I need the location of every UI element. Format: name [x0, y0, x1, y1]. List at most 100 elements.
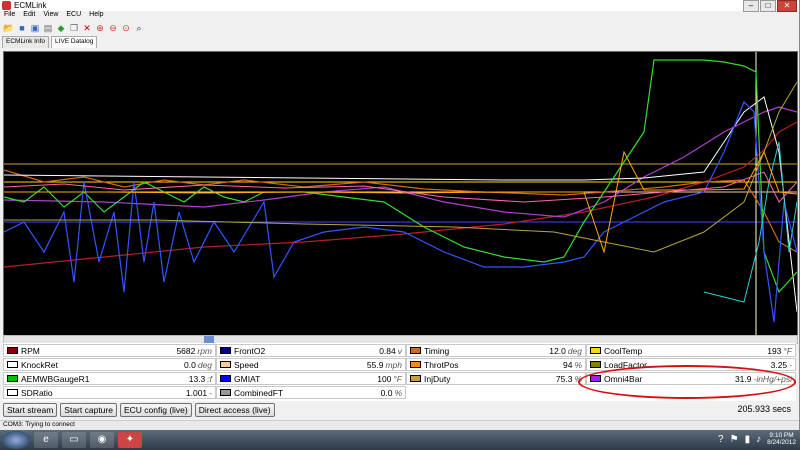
network-icon[interactable]: ▮: [745, 434, 751, 445]
gauge-value: 55.9 mph: [366, 359, 402, 370]
gauge-value: 13.3:f: [188, 373, 212, 384]
menu-edit[interactable]: Edit: [23, 11, 35, 21]
gauge-name: GMIAT: [234, 373, 261, 384]
gauge-name: KnockRet: [21, 359, 58, 370]
gauge-value: 12.0 deg: [549, 345, 582, 356]
maximize-button[interactable]: □: [760, 0, 776, 12]
gauge-value: 1.001-: [185, 387, 212, 398]
red-highlight-ellipse: [578, 365, 796, 399]
clock[interactable]: 9:10 PM 8/24/2012: [767, 432, 796, 446]
throtpos-color-swatch: [410, 361, 421, 368]
gauge-throtpos[interactable]: ThrotPos 94%: [406, 358, 586, 371]
menu-help[interactable]: Help: [89, 11, 103, 21]
combinedft-color-swatch: [220, 389, 231, 396]
timing-color-swatch: [410, 347, 421, 354]
taskbar: e ▭ ◉ ✦ ? ⚑ ▮ ♪ 9:10 PM 8/24/2012: [0, 430, 800, 450]
status-bar: COM3: Trying to connect: [0, 420, 799, 430]
gauge-rpm[interactable]: RPM 5682 rpm: [3, 344, 216, 357]
gauge-value: 0.0%: [380, 387, 402, 398]
close-button[interactable]: ✕: [777, 0, 797, 12]
search-icon[interactable]: ⌕: [134, 23, 144, 33]
speed-color-swatch: [220, 361, 231, 368]
gauge-name: FrontO2: [234, 345, 266, 356]
clock-date: 8/24/2012: [767, 439, 796, 446]
minimize-button[interactable]: –: [743, 0, 759, 12]
print-icon[interactable]: ▤: [43, 23, 53, 33]
title-bar[interactable]: ECMLink – □ ✕: [0, 0, 799, 12]
menu-bar: File Edit View ECU Help: [0, 11, 104, 21]
ecmlink-taskbar-icon[interactable]: ✦: [118, 432, 142, 448]
gauge-value: 193 °F: [767, 345, 792, 356]
fronto2-color-swatch: [220, 347, 231, 354]
direct-access-button[interactable]: Direct access (live): [194, 403, 275, 417]
window-title: ECMLink: [14, 1, 47, 10]
rpm-color-swatch: [7, 347, 18, 354]
toolbar: 📂 ■ ▣ ▤ ◆ ❐ ✕ ⊕ ⊖ ⊙ ⌕: [0, 22, 144, 34]
gauge-sdratio[interactable]: SDRatio 1.001-: [3, 386, 216, 399]
gauge-knockret[interactable]: KnockRet 0.0 deg: [3, 358, 216, 371]
sdratio-color-swatch: [7, 389, 18, 396]
knockret-color-swatch: [7, 361, 18, 368]
gauge-name: AEMWBGaugeR1: [21, 373, 90, 384]
gauge-value: 0.84 v: [379, 345, 402, 356]
start-capture-button[interactable]: Start capture: [60, 403, 117, 417]
ecmlink-window: ECMLink – □ ✕ File Edit View ECU Help 📂 …: [0, 0, 800, 430]
gauge-name: CoolTemp: [604, 345, 643, 356]
save-as-icon[interactable]: ▣: [30, 23, 40, 33]
datalog-lines: [3, 52, 798, 335]
gauge-name: InjDuty: [424, 373, 451, 384]
system-tray: ? ⚑ ▮ ♪ 9:10 PM 8/24/2012: [718, 432, 796, 446]
gauge-value: 5682 rpm: [176, 345, 212, 356]
gauge-cooltemp[interactable]: CoolTemp 193 °F: [586, 344, 796, 357]
ecu-config-button[interactable]: ECU config (live): [119, 403, 192, 417]
zoom-out-icon[interactable]: ⊖: [108, 23, 118, 33]
gauge-name: ThrotPos: [424, 359, 459, 370]
scroll-thumb[interactable]: [204, 336, 214, 343]
ie-taskbar-icon[interactable]: e: [34, 432, 58, 448]
gauge-injduty[interactable]: InjDuty 75.3%: [406, 372, 586, 385]
gauge-combinedft[interactable]: CombinedFT 0.0%: [216, 386, 406, 399]
start-stream-button[interactable]: Start stream: [3, 403, 58, 417]
volume-icon[interactable]: ♪: [756, 434, 761, 445]
menu-ecu[interactable]: ECU: [66, 11, 81, 21]
gauge-name: CombinedFT: [234, 387, 284, 398]
gauge-timing[interactable]: Timing 12.0 deg: [406, 344, 586, 357]
gauge-name: RPM: [21, 345, 40, 356]
tab-live-datalog[interactable]: LIVE Datalog: [51, 36, 98, 48]
tab-ecmlink-info[interactable]: ECMLink Info: [2, 36, 50, 48]
menu-file[interactable]: File: [4, 11, 15, 21]
gmiat-color-swatch: [220, 375, 231, 382]
gauge-name: SDRatio: [21, 387, 53, 398]
gauge-speed[interactable]: Speed 55.9 mph: [216, 358, 406, 371]
cooltemp-color-swatch: [590, 347, 601, 354]
gauge-value: 94%: [562, 359, 582, 370]
tab-strip: ECMLink Info LIVE Datalog: [2, 36, 98, 48]
control-buttons: Start stream Start capture ECU config (l…: [3, 403, 275, 417]
clock-time: 9:10 PM: [769, 432, 794, 439]
delete-icon[interactable]: ✕: [82, 23, 92, 33]
media-taskbar-icon[interactable]: ◉: [90, 432, 114, 448]
open-icon[interactable]: 📂: [3, 23, 14, 33]
connect-icon[interactable]: ◆: [56, 23, 66, 33]
gauge-value: 100 °F: [377, 373, 402, 384]
start-button[interactable]: [2, 431, 30, 449]
app-icon: [2, 1, 11, 10]
explorer-taskbar-icon[interactable]: ▭: [62, 432, 86, 448]
gauge-gmiat[interactable]: GMIAT 100 °F: [216, 372, 406, 385]
gauge-value: 0.0 deg: [183, 359, 212, 370]
loadfactor-color-swatch: [590, 361, 601, 368]
flag-icon[interactable]: ⚑: [730, 434, 739, 445]
save-icon[interactable]: ■: [17, 23, 27, 33]
zoom-fit-icon[interactable]: ⊙: [121, 23, 131, 33]
menu-view[interactable]: View: [43, 11, 58, 21]
gauge-aemwbgauger1[interactable]: AEMWBGaugeR1 13.3:f: [3, 372, 216, 385]
zoom-in-icon[interactable]: ⊕: [95, 23, 105, 33]
help-icon[interactable]: ?: [718, 434, 724, 445]
copy-icon[interactable]: ❐: [69, 23, 79, 33]
gauge-fronto2[interactable]: FrontO2 0.84 v: [216, 344, 406, 357]
elapsed-time: 205.933 secs: [737, 404, 791, 414]
gauge-name: Speed: [234, 359, 259, 370]
gauge-value: 3.25-: [770, 359, 792, 370]
injduty-color-swatch: [410, 375, 421, 382]
datalog-plot[interactable]: [3, 51, 798, 336]
